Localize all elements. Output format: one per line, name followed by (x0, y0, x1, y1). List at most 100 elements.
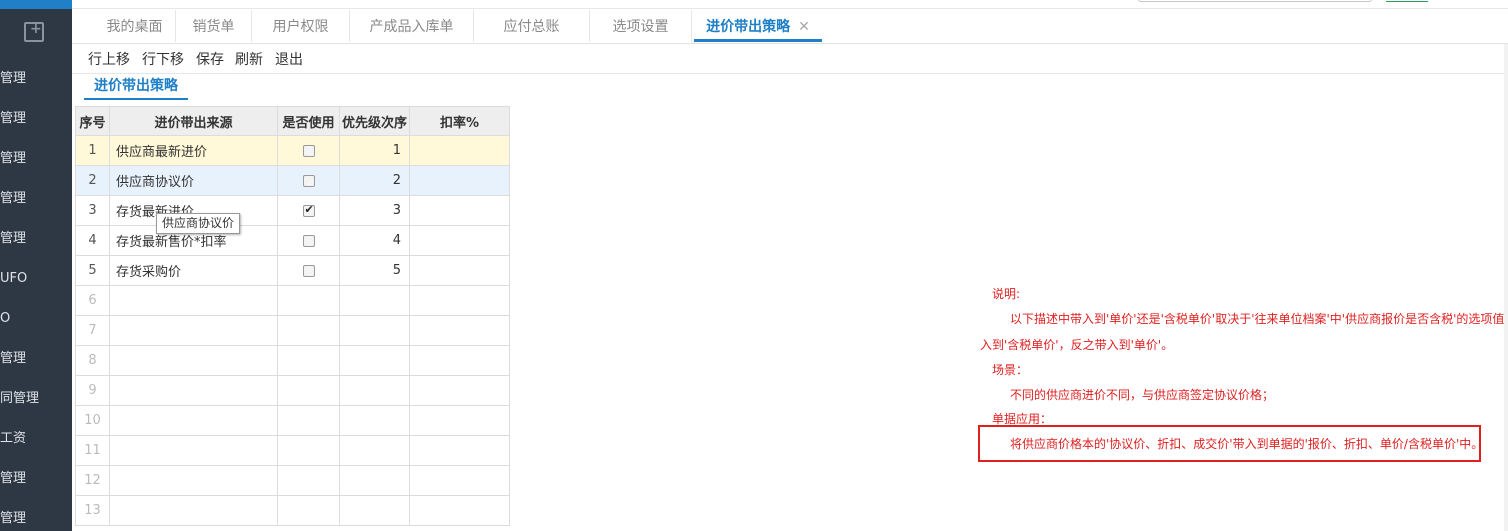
sidebar-item[interactable]: 同管理 (0, 388, 72, 410)
discount-cell[interactable] (409, 225, 510, 256)
sidebar-item[interactable]: 管理 (0, 108, 72, 130)
priority-cell[interactable] (339, 495, 410, 526)
source-cell[interactable]: 供应商协议价 (109, 165, 278, 196)
col-header-priority[interactable]: 优先级次序 (339, 106, 410, 136)
sidebar-item[interactable]: UFO (0, 268, 72, 290)
source-cell[interactable] (109, 315, 278, 346)
table-row[interactable]: 8 (75, 345, 510, 376)
used-cell[interactable] (277, 375, 340, 406)
priority-cell[interactable] (339, 405, 410, 436)
move-row-down-button[interactable]: 行下移 (142, 49, 184, 69)
search-input[interactable] (1138, 0, 1372, 2)
used-cell[interactable] (277, 315, 340, 346)
source-cell[interactable] (109, 465, 278, 496)
priority-cell[interactable] (339, 345, 410, 376)
priority-cell[interactable]: 5 (339, 255, 410, 286)
sidebar-item[interactable]: 管理 (0, 188, 72, 210)
priority-cell[interactable]: 3 (339, 195, 410, 226)
save-button[interactable]: 保存 (196, 49, 224, 69)
used-cell[interactable] (277, 345, 340, 376)
priority-cell[interactable]: 2 (339, 165, 410, 196)
refresh-button[interactable]: 刷新 (235, 49, 263, 69)
used-checkbox[interactable] (302, 144, 315, 157)
tab-purchase-price-strategy[interactable]: 进价带出策略 ✕ (694, 10, 822, 42)
tab-sales-order[interactable]: 销货单 (176, 10, 252, 42)
priority-cell[interactable] (339, 465, 410, 496)
priority-cell[interactable] (339, 435, 410, 466)
used-cell[interactable] (277, 285, 340, 316)
sidebar-item[interactable]: 管理 (0, 68, 72, 90)
table-row[interactable]: 12 (75, 465, 510, 496)
table-row[interactable]: 4 存货最新售价*扣率 4 (75, 225, 510, 256)
move-row-up-button[interactable]: 行上移 (88, 49, 130, 69)
table-row[interactable]: 5 存货采购价 5 (75, 255, 510, 286)
sidebar-item[interactable]: 管理 (0, 148, 72, 170)
used-checkbox[interactable] (302, 203, 315, 217)
table-row[interactable]: 10 (75, 405, 510, 436)
source-cell[interactable] (109, 285, 278, 316)
used-cell[interactable] (277, 465, 340, 496)
discount-cell[interactable] (409, 255, 510, 286)
vertical-scrollbar[interactable] (1504, 44, 1508, 531)
source-cell[interactable] (109, 375, 278, 406)
priority-cell[interactable] (339, 375, 410, 406)
table-row[interactable]: 2 供应商协议价 2 (75, 165, 510, 196)
sidebar-item[interactable]: 管理 (0, 468, 72, 490)
tab-desktop[interactable]: 我的桌面 (94, 10, 176, 42)
header-link[interactable] (1386, 0, 1428, 2)
priority-cell[interactable]: 1 (339, 135, 410, 166)
col-header-no[interactable]: 序号 (75, 106, 110, 136)
table-row[interactable]: 13 (75, 495, 510, 526)
row-number: 13 (75, 495, 110, 526)
tab-product-inbound[interactable]: 产成品入库单 (350, 10, 474, 42)
tab-payables-ledger[interactable]: 应付总账 (474, 10, 590, 42)
table-row[interactable]: 1 供应商最新进价 1 (75, 135, 510, 166)
sidebar-item[interactable]: 管理 (0, 508, 72, 530)
col-header-source[interactable]: 进价带出来源 (109, 106, 278, 136)
discount-cell[interactable] (409, 135, 510, 166)
sidebar-item[interactable]: O (0, 308, 72, 330)
used-checkbox[interactable] (302, 234, 315, 247)
table-row[interactable]: 9 (75, 375, 510, 406)
discount-cell[interactable] (409, 345, 510, 376)
used-checkbox[interactable] (302, 264, 315, 277)
discount-cell[interactable] (409, 195, 510, 226)
subtab-purchase-price-strategy[interactable]: 进价带出策略 (84, 76, 188, 100)
discount-cell[interactable] (409, 495, 510, 526)
table-row[interactable]: 3 存货最新进价 3 (75, 195, 510, 226)
tab-options[interactable]: 选项设置 (590, 10, 692, 42)
table-row[interactable]: 7 (75, 315, 510, 346)
sidebar-item[interactable]: 工资 (0, 428, 72, 450)
source-cell[interactable]: 供应商最新进价 (109, 135, 278, 166)
table-row[interactable]: 11 (75, 435, 510, 466)
used-cell[interactable] (277, 495, 340, 526)
priority-cell[interactable]: 4 (339, 225, 410, 256)
source-cell[interactable] (109, 435, 278, 466)
source-cell[interactable] (109, 405, 278, 436)
discount-cell[interactable] (409, 465, 510, 496)
discount-cell[interactable] (409, 315, 510, 346)
app-logo-icon[interactable] (24, 21, 44, 42)
col-header-used[interactable]: 是否使用 (277, 106, 340, 136)
exit-button[interactable]: 退出 (275, 49, 303, 69)
discount-cell[interactable] (409, 285, 510, 316)
source-cell[interactable]: 存货采购价 (109, 255, 278, 286)
discount-cell[interactable] (409, 435, 510, 466)
sidebar-item[interactable]: 管理 (0, 228, 72, 250)
close-icon[interactable]: ✕ (798, 19, 810, 35)
sidebar-item[interactable]: 管理 (0, 348, 72, 370)
source-cell[interactable] (109, 345, 278, 376)
used-cell[interactable] (277, 435, 340, 466)
used-checkbox[interactable] (302, 174, 315, 187)
priority-cell[interactable] (339, 315, 410, 346)
priority-cell[interactable] (339, 285, 410, 316)
discount-cell[interactable] (409, 375, 510, 406)
table-row[interactable]: 6 (75, 285, 510, 316)
source-cell[interactable] (109, 495, 278, 526)
discount-cell[interactable] (409, 405, 510, 436)
used-cell[interactable] (277, 405, 340, 436)
tab-user-permissions[interactable]: 用户权限 (252, 10, 350, 42)
col-header-discount[interactable]: 扣率% (409, 106, 510, 136)
discount-cell[interactable] (409, 165, 510, 196)
strategy-grid: 序号 进价带出来源 是否使用 优先级次序 扣率% 1 供应商最新进价 1 2 供… (75, 106, 510, 526)
